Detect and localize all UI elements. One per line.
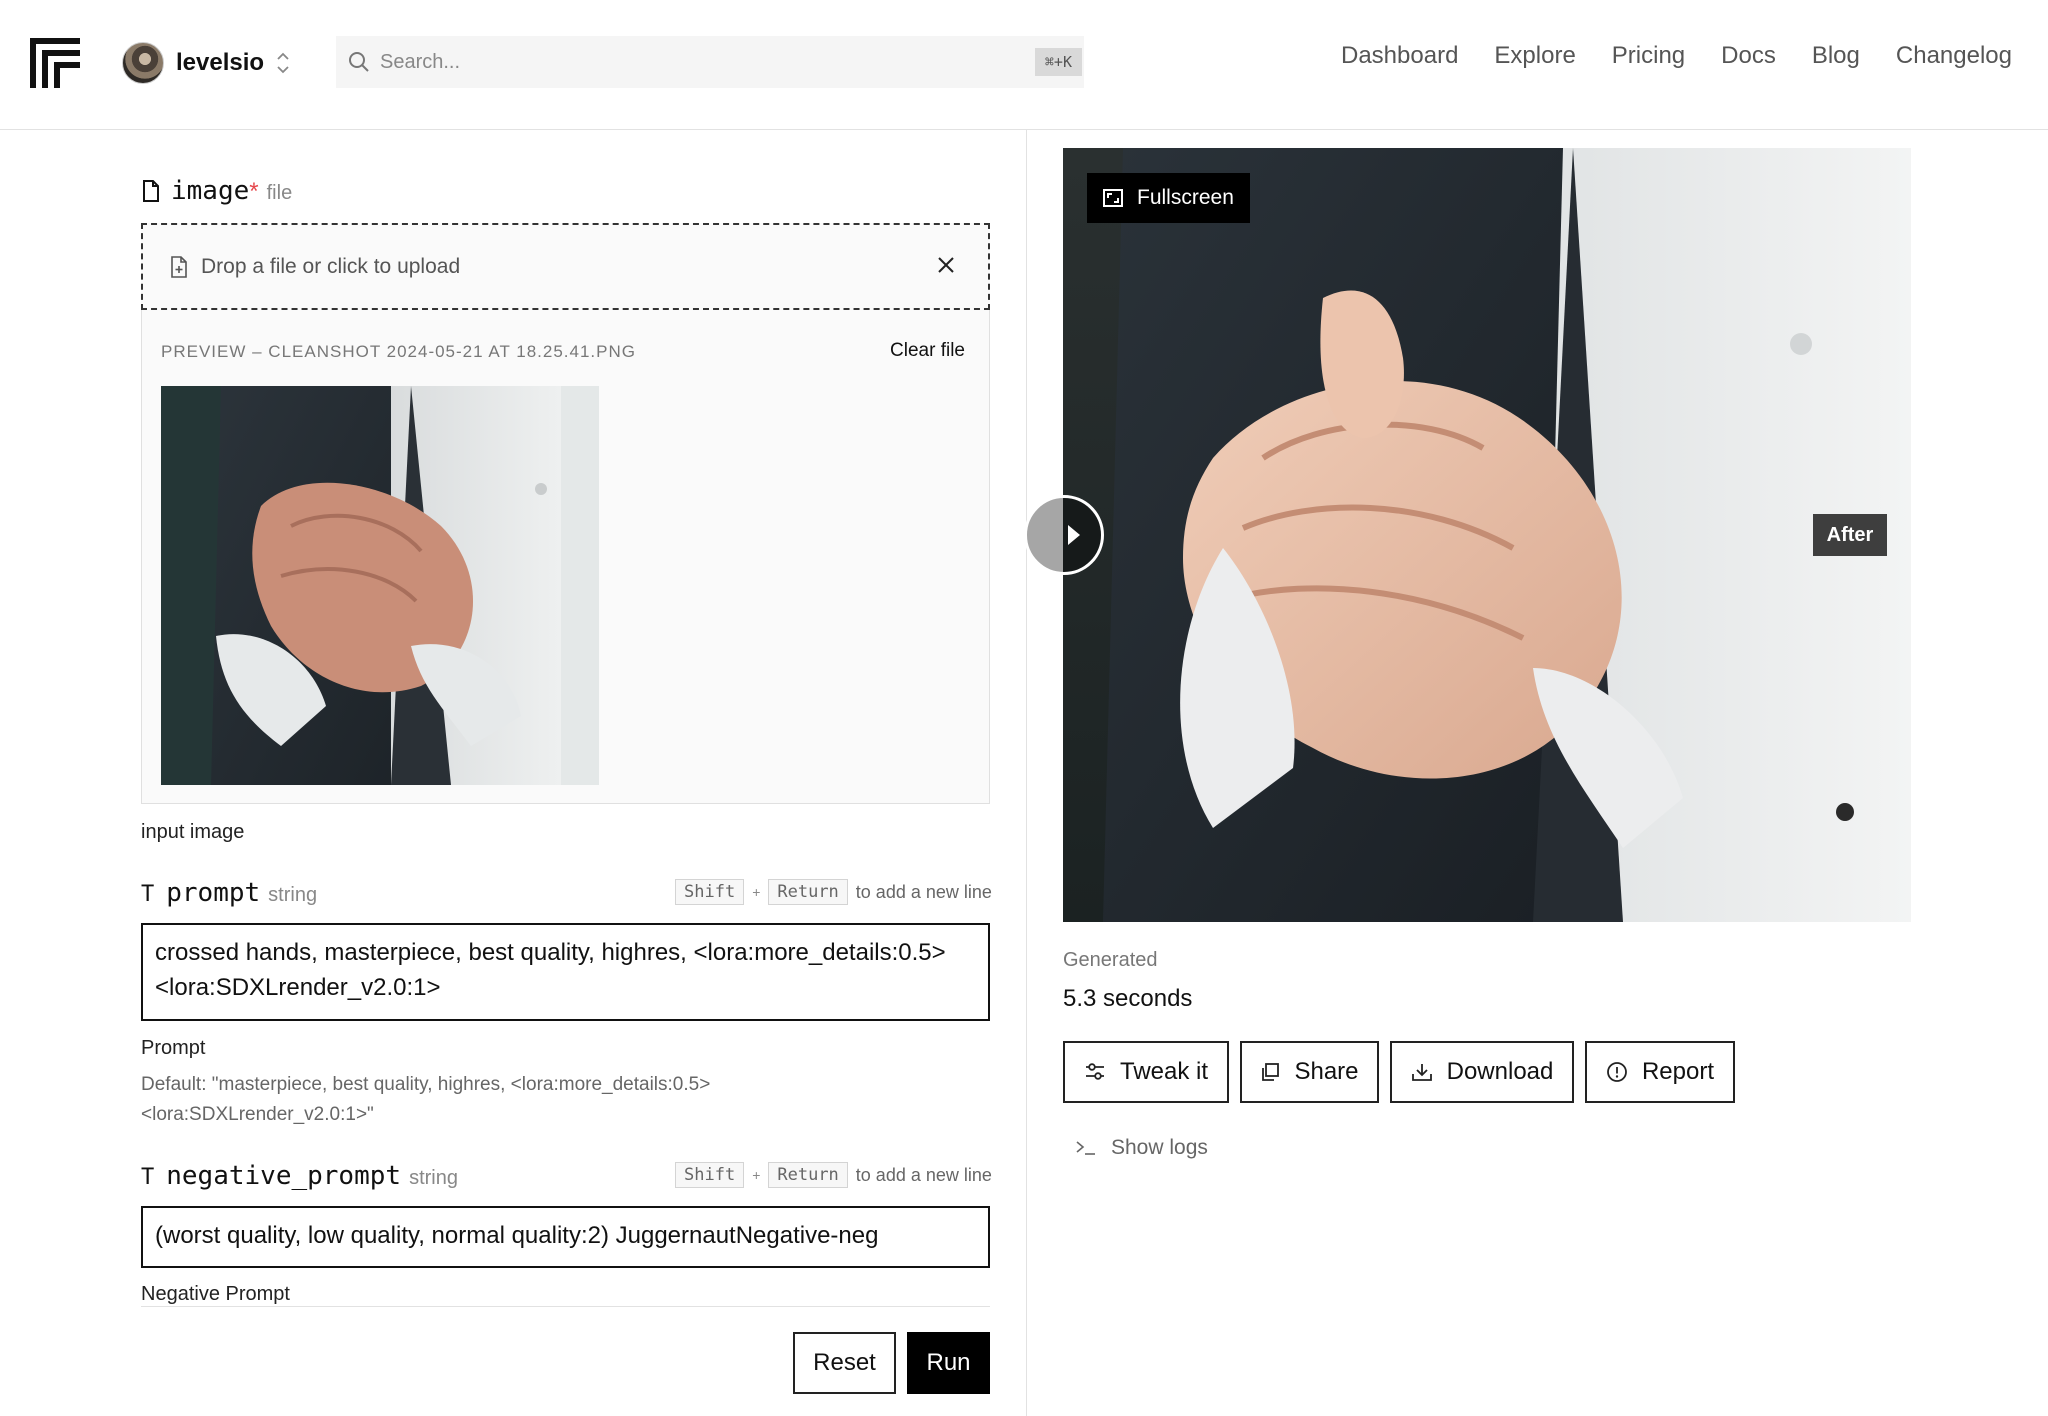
nav-explore[interactable]: Explore — [1494, 42, 1575, 70]
required-mark: * — [249, 178, 259, 205]
negative-prompt-input[interactable]: (worst quality, low quality, normal qual… — [141, 1206, 990, 1268]
nav-pricing[interactable]: Pricing — [1612, 42, 1685, 70]
expand-icon — [1103, 189, 1123, 207]
prompt-field-header: T prompt string — [141, 878, 317, 908]
tweak-it-button[interactable]: Tweak it — [1063, 1041, 1229, 1103]
download-icon — [1411, 1064, 1432, 1081]
prompt-field-type: string — [268, 884, 318, 906]
file-icon — [143, 180, 159, 202]
main-nav: Dashboard Explore Pricing Docs Blog Chan… — [1341, 42, 2012, 70]
hint-text: to add a new line — [855, 881, 992, 902]
search-shortcut-badge: ⌘+K — [1034, 48, 1082, 76]
alert-circle-icon — [1607, 1062, 1627, 1082]
after-badge: After — [1813, 514, 1887, 556]
negative-prompt-field-name: negative_prompt — [166, 1161, 402, 1191]
nav-docs[interactable]: Docs — [1721, 42, 1776, 70]
file-preview-panel: Preview – CleanShot 2024-05-21 at 18.25.… — [141, 310, 990, 804]
plus-sign: + — [752, 1167, 761, 1183]
close-icon[interactable] — [934, 253, 958, 277]
report-button[interactable]: Report — [1585, 1041, 1735, 1103]
return-key: Return — [768, 1162, 848, 1188]
top-header: levelsio ⌘+K Dashboard Explore Pricing D… — [0, 0, 2048, 130]
image-field-type: file — [266, 182, 293, 204]
show-logs-label: Show logs — [1111, 1136, 1208, 1159]
search-input[interactable] — [380, 50, 1000, 74]
tweak-it-label: Tweak it — [1119, 1058, 1209, 1085]
report-label: Report — [1641, 1058, 1715, 1085]
fullscreen-label: Fullscreen — [1137, 186, 1234, 209]
file-dropzone[interactable]: Drop a file or click to upload — [141, 223, 990, 310]
prompt-input[interactable]: crossed hands, masterpiece, best quality… — [141, 923, 990, 1021]
download-label: Download — [1446, 1058, 1554, 1085]
column-divider — [1026, 130, 1027, 1416]
copy-icon — [1262, 1063, 1280, 1081]
generated-label: Generated — [1063, 949, 1158, 971]
negative-prompt-field-type: string — [409, 1167, 458, 1189]
username: levelsio — [176, 49, 265, 76]
shift-key: Shift — [675, 879, 745, 905]
file-plus-icon — [171, 255, 187, 278]
hint-text: to add a new line — [855, 1164, 992, 1185]
terminal-icon — [1076, 1141, 1095, 1155]
dropzone-text: Drop a file or click to upload — [201, 254, 461, 278]
sliders-icon — [1085, 1063, 1104, 1080]
negative-prompt-newline-hint: Shift + Return to add a new line — [675, 1162, 992, 1188]
return-key: Return — [768, 879, 848, 905]
show-logs-toggle[interactable]: Show logs — [1075, 1136, 1208, 1160]
text-type-icon: T — [141, 882, 155, 907]
share-button[interactable]: Share — [1240, 1041, 1379, 1103]
prompt-field-name: prompt — [166, 878, 261, 908]
clear-file-button[interactable]: Clear file — [890, 340, 965, 362]
fullscreen-button[interactable]: Fullscreen — [1087, 173, 1250, 223]
image-field-description: input image — [141, 821, 245, 843]
input-image-preview — [161, 386, 599, 785]
text-type-icon: T — [141, 1165, 155, 1190]
nav-dashboard[interactable]: Dashboard — [1341, 42, 1458, 70]
form-divider — [141, 1306, 990, 1307]
download-button[interactable]: Download — [1390, 1041, 1574, 1103]
avatar — [122, 42, 164, 84]
logo-icon[interactable] — [30, 38, 80, 88]
plus-sign: + — [752, 884, 761, 900]
negative-prompt-field-description: Negative Prompt — [141, 1283, 290, 1305]
search-icon — [349, 52, 369, 72]
prompt-field-description: Prompt — [141, 1037, 206, 1059]
nav-blog[interactable]: Blog — [1812, 42, 1860, 70]
reset-button[interactable]: Reset — [793, 1332, 896, 1394]
search-box[interactable]: ⌘+K — [336, 36, 1084, 88]
play-icon — [1068, 525, 1080, 545]
compare-slider-handle[interactable] — [1024, 495, 1104, 575]
account-switcher[interactable]: levelsio — [122, 40, 290, 86]
nav-changelog[interactable]: Changelog — [1896, 42, 2012, 70]
run-button[interactable]: Run — [907, 1332, 990, 1394]
share-label: Share — [1294, 1058, 1359, 1085]
preview-label: Preview – CleanShot 2024-05-21 at 18.25.… — [161, 342, 636, 361]
prompt-newline-hint: Shift + Return to add a new line — [675, 879, 992, 905]
output-image — [1063, 148, 1911, 922]
image-field-header: image * file — [141, 176, 292, 206]
image-field-name: image — [171, 176, 250, 206]
generated-time: 5.3 seconds — [1063, 985, 1193, 1012]
negative-prompt-field-header: T negative_prompt string — [141, 1161, 458, 1191]
chevron-up-down-icon — [277, 52, 289, 74]
prompt-default-value: Default: "masterpiece, best quality, hig… — [141, 1074, 711, 1125]
shift-key: Shift — [675, 1162, 745, 1188]
